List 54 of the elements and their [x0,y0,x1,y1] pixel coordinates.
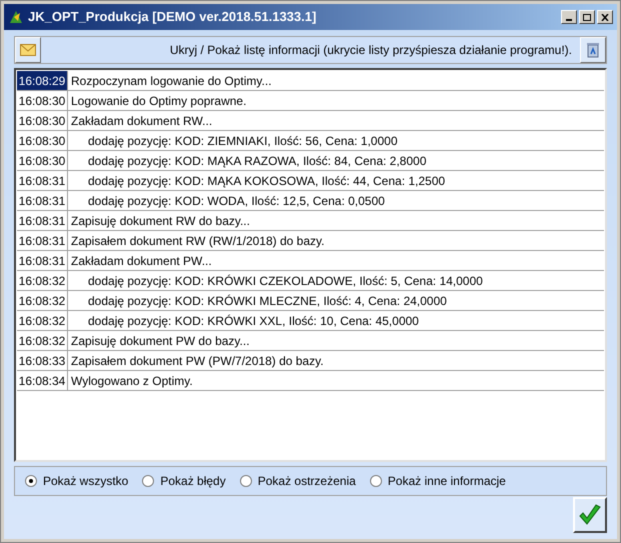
time-cell[interactable]: 16:08:30 [17,91,68,110]
message-cell-text: dodaję pozycję: KOD: KRÓWKI XXL, Ilość: 10, Cena: 45,0000 [87,312,420,330]
ok-button[interactable] [573,497,607,533]
time-cell[interactable]: 16:08:32 [17,291,68,310]
message-cell-text: dodaję pozycję: KOD: WODA, Ilość: 12,5, Cena: 0,0500 [87,192,386,210]
message-cell-text: Zakładam dokument RW... [70,112,214,130]
time-cell[interactable]: 16:08:31 [17,231,68,250]
time-cell[interactable]: 16:08:32 [17,271,68,290]
message-cell-text: dodaję pozycję: KOD: MĄKA KOKOSOWA, Ilość: 44, Cena: 1,2500 [87,172,446,190]
message-cell-text: Logowanie do Optimy poprawne. [70,92,248,110]
radio-label: Pokaż ostrzeżenia [258,473,356,490]
recycle-button[interactable] [580,37,606,63]
filter-radio[interactable]: Pokaż wszystko [25,472,128,490]
filter-radio[interactable]: Pokaż inne informacje [370,472,506,490]
time-cell[interactable]: 16:08:31 [17,191,68,210]
message-cell-text: Rozpoczynam logowanie do Optimy... [70,72,273,90]
radio-label: Pokaż inne informacje [388,473,506,490]
toggle-list-link[interactable]: Ukryj / Pokaż listę informacji (ukrycie listy przyśpiesza działanie programu!). [41,41,580,59]
checkmark-icon [578,504,602,526]
time-cell[interactable]: 16:08:34 [17,371,68,390]
message-cell-text: Zapisuję dokument PW do bazy... [70,332,251,350]
message-cell-text: dodaję pozycję: KOD: KRÓWKI MLECZNE, Ilość: 4, Cena: 24,0000 [87,292,448,310]
radio-label: Pokaż wszystko [43,473,128,490]
time-cell[interactable]: 16:08:29 [17,71,68,90]
maximize-button[interactable] [579,10,595,24]
filter-radio[interactable]: Pokaż ostrzeżenia [240,472,356,490]
message-cell-text: Zapisałem dokument PW (PW/7/2018) do bazy. [70,352,325,370]
envelope-icon [20,44,36,56]
time-cell[interactable]: 16:08:31 [17,251,68,270]
time-cell[interactable]: 16:08:32 [17,331,68,350]
time-cell[interactable]: 16:08:31 [17,211,68,230]
window-title: JK_OPT_Produkcja [DEMO ver.2018.51.1333.1] [28,8,318,26]
message-cell-text: Zapisałem dokument RW (RW/1/2018) do bazy. [70,232,326,250]
message-cell-text: dodaję pozycję: KOD: MĄKA RAZOWA, Ilość: 84, Cena: 2,8000 [87,152,428,170]
app-icon [8,9,24,25]
filter-radio[interactable]: Pokaż błędy [142,472,226,490]
close-button[interactable] [597,10,613,24]
message-cell-text: Wylogowano z Optimy. [70,372,194,390]
message-cell-text: dodaję pozycję: KOD: KRÓWKI CZEKOLADOWE, Ilość: 5, Cena: 14,0000 [87,272,484,290]
message-cell-text: Zakładam dokument PW... [70,252,213,270]
maximize-icon [583,14,591,20]
time-cell[interactable]: 16:08:30 [17,111,68,130]
time-cell[interactable]: 16:08:33 [17,351,68,370]
mail-button[interactable] [15,37,41,63]
bin-icon [586,42,600,58]
time-cell[interactable]: 16:08:32 [17,311,68,330]
radio-label: Pokaż błędy [160,473,226,490]
message-cell-text: Zapisuję dokument RW do bazy... [70,212,251,230]
minimize-button[interactable] [561,10,577,24]
time-cell[interactable]: 16:08:30 [17,151,68,170]
message-cell-text: dodaję pozycję: KOD: ZIEMNIAKI, Ilość: 56, Cena: 1,0000 [87,132,398,150]
time-cell[interactable]: 16:08:30 [17,131,68,150]
close-icon [601,14,609,20]
time-cell[interactable]: 16:08:31 [17,171,68,190]
